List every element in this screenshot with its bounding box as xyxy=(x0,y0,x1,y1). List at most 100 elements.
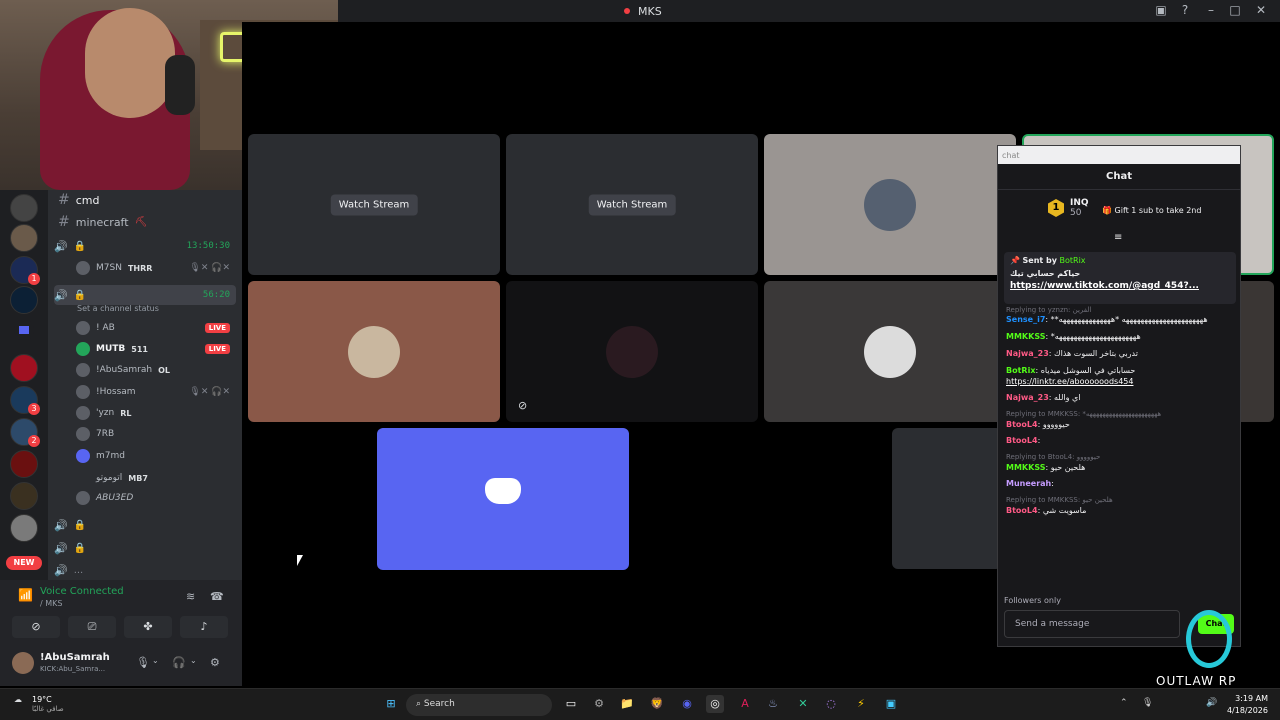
server-icon[interactable] xyxy=(10,450,38,478)
screen-share-button[interactable]: ⎚ xyxy=(68,616,116,638)
voice-status[interactable]: Voice Connected xyxy=(40,586,124,597)
server-icon[interactable]: 3 xyxy=(10,386,40,415)
voice-member[interactable]: MUTB 511 LIVE xyxy=(76,339,234,359)
chat-message[interactable]: Replying to yznzn: الفرين Sense_i7: **ههه… xyxy=(1006,306,1232,326)
pinned-link[interactable]: https://www.tiktok.com/@agd_454?... xyxy=(1010,281,1230,291)
voice-channel-name[interactable]: / MKS xyxy=(40,599,62,608)
microphone-icon[interactable]: 🎙 xyxy=(136,656,150,669)
app-icon[interactable]: ▣ xyxy=(882,695,900,713)
settings-app-icon[interactable]: ⚙ xyxy=(590,695,608,713)
chat-message[interactable]: BotRix: حساباتي في السوشل ميدياه https://… xyxy=(1006,366,1232,388)
server-icon[interactable] xyxy=(10,354,38,382)
server-icon[interactable] xyxy=(10,224,38,252)
brave-icon[interactable]: 🦁 xyxy=(648,695,666,713)
chat-link[interactable]: https://linktr.ee/aboooooods454 xyxy=(1006,377,1232,388)
reply-context[interactable]: Replying to MMKKSS: *ههههههههههههههههههه… xyxy=(1006,410,1232,419)
voice-channel[interactable]: 🔊 🔒 xyxy=(54,515,236,535)
disconnect-icon[interactable]: ☎ xyxy=(210,590,224,603)
watch-stream-button[interactable]: Watch Stream xyxy=(588,194,676,215)
reply-context[interactable]: Replying to yznzn: الفرين xyxy=(1006,306,1232,315)
weather-temp[interactable]: 19°C xyxy=(32,695,52,704)
voice-member[interactable]: 'yzn RL xyxy=(76,403,234,423)
camera-button[interactable]: ⊘ xyxy=(12,616,60,638)
chevron-down-icon[interactable]: ⌄ xyxy=(190,656,197,665)
voice-channel-active[interactable]: 🔊 🔒 56:20 xyxy=(54,285,236,305)
leaderboard-entry[interactable]: 1 INQ 50 xyxy=(1048,198,1089,218)
voice-channel[interactable]: 🔊 🔒 xyxy=(54,538,236,558)
chat-message[interactable]: BtooL4: xyxy=(1006,436,1232,447)
app-icon[interactable]: ◌ xyxy=(822,695,840,713)
new-badge[interactable]: NEW xyxy=(6,556,42,570)
soundboard-button[interactable]: ♪ xyxy=(180,616,228,638)
chat-window-bar[interactable]: chat xyxy=(998,146,1240,164)
channel-cmd[interactable]: # cmd xyxy=(58,190,99,210)
voice-member[interactable]: ! AB LIVE xyxy=(76,318,234,338)
voice-member[interactable]: m7md xyxy=(76,446,234,466)
chat-message[interactable]: MMKKSS: *ههههههههههههههههههههههه xyxy=(1006,332,1232,343)
search-box[interactable]: ⌕ Search xyxy=(406,694,552,716)
server-icon[interactable] xyxy=(10,482,38,510)
folder-icon[interactable] xyxy=(14,320,34,340)
chat-message[interactable]: Muneerah: xyxy=(1006,479,1232,490)
tray-chevron-icon[interactable]: ⌃ xyxy=(1120,698,1128,708)
settings-icon[interactable]: ⚙ xyxy=(210,656,220,669)
stream-tile[interactable]: Watch Stream xyxy=(248,134,500,275)
headphones-icon[interactable]: 🎧 xyxy=(172,656,186,669)
obs-icon[interactable]: ◎ xyxy=(706,695,724,713)
collapse-icon[interactable]: ≡ xyxy=(1114,232,1122,243)
start-icon[interactable]: ⊞ xyxy=(382,695,400,713)
discord-app-icon[interactable]: ◉ xyxy=(678,695,696,713)
tray-mic-icon[interactable]: 🎙 xyxy=(1142,698,1153,708)
voice-channel[interactable]: 🔊... xyxy=(54,560,236,580)
user-tile[interactable] xyxy=(764,281,1016,422)
tray-volume-icon[interactable]: 🔊 xyxy=(1206,698,1217,708)
chat-message[interactable]: Najwa_23: اي والله xyxy=(1006,393,1232,404)
chat-username[interactable]: Najwa_23 xyxy=(1006,393,1049,402)
clock[interactable]: 3:19 AM 4/18/2026 xyxy=(1227,693,1268,717)
weather-desc[interactable]: صافي غالبًا xyxy=(32,705,64,713)
voice-member[interactable]: اتوموتو MB7 xyxy=(76,468,234,488)
chat-username[interactable]: Sense_i7 xyxy=(1006,315,1045,324)
user-tile[interactable] xyxy=(892,428,1002,569)
channel-minecraft[interactable]: # minecraft ⛏ xyxy=(58,212,147,232)
chat-message[interactable]: Najwa_23: تدربي بتاخر السوت هذاك xyxy=(1006,349,1232,360)
voice-member[interactable]: M7SN THRR 🎙✕ 🎧✕ xyxy=(76,258,234,278)
watch-stream-button[interactable]: Watch Stream xyxy=(330,194,418,215)
channel-status-input[interactable]: Set a channel status xyxy=(77,304,159,313)
chat-username[interactable]: BotRix xyxy=(1006,366,1035,375)
chevron-down-icon[interactable]: ⌄ xyxy=(152,656,159,665)
server-icon[interactable] xyxy=(10,514,38,542)
voice-member[interactable]: !Hossam 🎙✕ 🎧✕ xyxy=(76,382,234,402)
chat-username[interactable]: MMKKSS xyxy=(1006,332,1045,341)
server-icon[interactable]: 1 xyxy=(10,256,40,285)
reply-context[interactable]: Replying to MMKKSS: هلحين حيو xyxy=(1006,496,1232,505)
chat-message[interactable]: Replying to MMKKSS: هلحين حيو BtooL4: ماس… xyxy=(1006,496,1232,516)
server-icon[interactable] xyxy=(10,286,38,314)
voice-channel[interactable]: 🔊 🔒 13:50:30 xyxy=(54,236,236,256)
file-explorer-icon[interactable]: 📁 xyxy=(618,695,636,713)
app-icon[interactable]: ✕ xyxy=(794,695,812,713)
user-tile[interactable] xyxy=(764,134,1016,275)
chat-username[interactable]: MMKKSS xyxy=(1006,463,1045,472)
maximize-button[interactable]: □ xyxy=(1226,3,1244,19)
weather-icon[interactable]: ☁ xyxy=(14,695,22,704)
help-icon[interactable]: ? xyxy=(1176,3,1194,19)
chat-username[interactable]: Najwa_23 xyxy=(1006,349,1049,358)
server-icon[interactable]: 2 xyxy=(10,418,40,447)
app-icon[interactable]: A xyxy=(736,695,754,713)
voice-member[interactable]: !AbuSamrah OL xyxy=(76,360,234,380)
activities-button[interactable]: ✤ xyxy=(124,616,172,638)
chat-message[interactable]: Replying to MMKKSS: *ههههههههههههههههههه… xyxy=(1006,410,1232,430)
chat-username[interactable]: BtooL4 xyxy=(1006,506,1038,515)
voice-member[interactable]: 7RB xyxy=(76,424,234,444)
user-tile-default-avatar[interactable] xyxy=(377,428,629,570)
pinned-message[interactable]: 📌 Sent by BotRix حياكم حسابي تيك https:/… xyxy=(1004,252,1236,304)
user-tile[interactable] xyxy=(248,281,500,422)
chat-username[interactable]: Muneerah xyxy=(1006,479,1051,488)
chat-message[interactable]: Replying to BtooL4: حيووووو MMKKSS: هلحين… xyxy=(1006,453,1232,473)
user-tile[interactable]: ⊘ xyxy=(506,281,758,422)
chat-username[interactable]: BtooL4 xyxy=(1006,420,1038,429)
voice-member[interactable]: ABU3ED xyxy=(76,488,234,508)
server-icon[interactable] xyxy=(10,194,38,222)
minimize-button[interactable]: – xyxy=(1202,3,1220,19)
